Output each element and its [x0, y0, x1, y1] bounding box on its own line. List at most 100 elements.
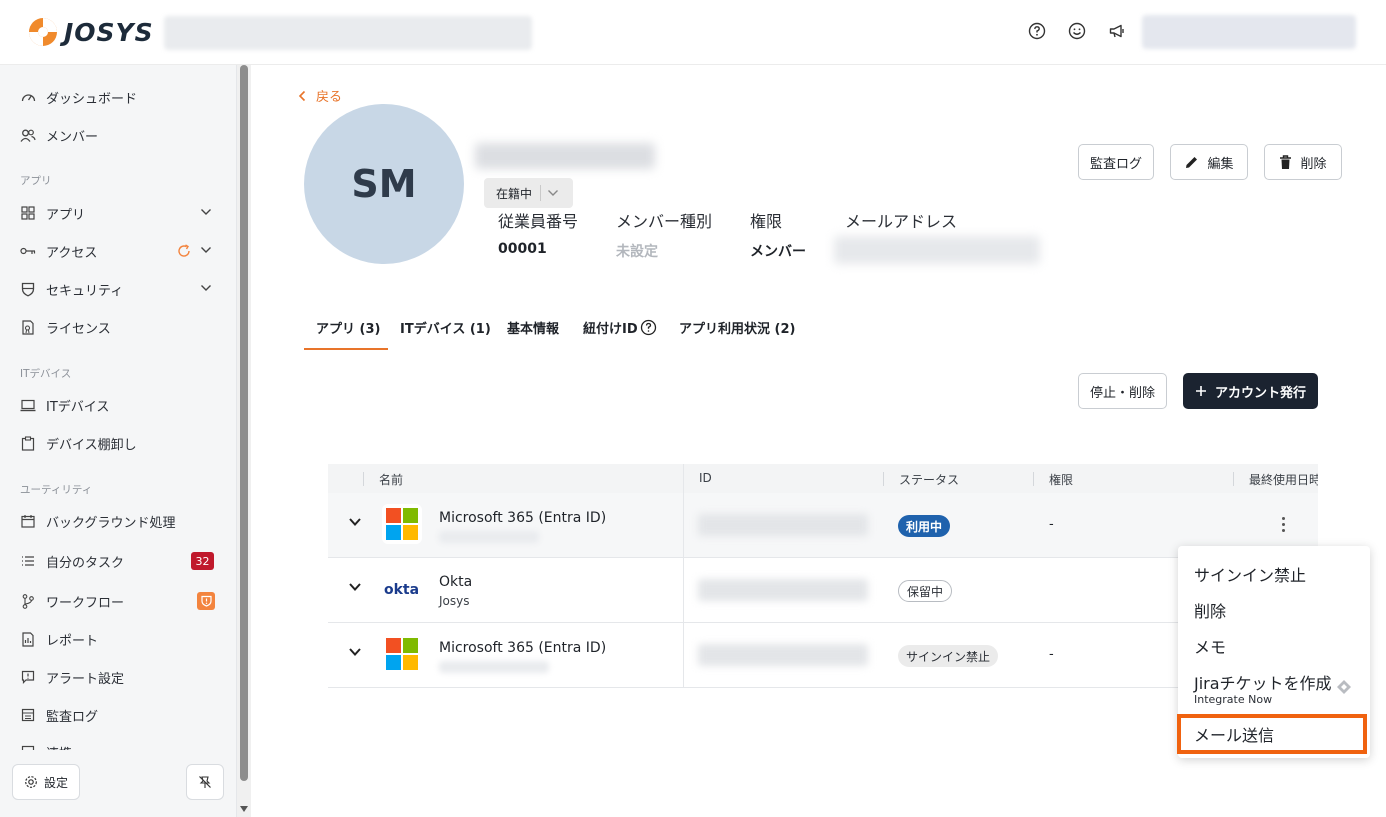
sidebar-item-reports[interactable]: レポート: [20, 629, 98, 649]
sidebar-item-license[interactable]: ライセンス: [20, 317, 111, 337]
audit-log-button[interactable]: 監査ログ: [1078, 144, 1154, 180]
sidebar-item-workflow[interactable]: ワークフロー: [20, 591, 124, 611]
email-label: メールアドレス: [845, 212, 958, 231]
scroll-down-arrow-icon[interactable]: [239, 805, 249, 813]
active-tab-indicator: [304, 348, 388, 350]
tab-basic-info[interactable]: 基本情報: [507, 318, 559, 337]
report-icon: [20, 631, 36, 647]
scrollbar-thumb[interactable]: [240, 65, 248, 781]
suspend-delete-button[interactable]: 停止・削除: [1078, 373, 1167, 409]
sidebar-item-label: レポート: [46, 633, 99, 649]
settings-label: 設定: [43, 775, 68, 790]
edit-button[interactable]: 編集: [1170, 144, 1248, 180]
chevron-down-icon[interactable]: [348, 517, 362, 527]
brand-logo[interactable]: JOSYS: [28, 17, 154, 47]
menu-item-create-jira-ticket[interactable]: Jiraチケットを作成: [1194, 670, 1332, 694]
chevron-down-icon[interactable]: [200, 284, 212, 292]
sidebar-item-access[interactable]: アクセス: [20, 241, 97, 261]
employment-status-value: 在籍中: [496, 186, 533, 201]
chevron-down-icon[interactable]: [348, 582, 362, 592]
header-name[interactable]: 名前: [379, 471, 403, 488]
sidebar-item-security[interactable]: セキュリティ: [20, 279, 123, 299]
chevron-down-icon[interactable]: [200, 208, 212, 216]
menu-item-block-signin[interactable]: サインイン禁止: [1194, 562, 1306, 586]
section-utility-heading: ユーティリティ: [20, 484, 93, 496]
laptop-icon: [20, 397, 36, 413]
menu-item-delete[interactable]: 削除: [1194, 598, 1226, 622]
sidebar-item-apps[interactable]: アプリ: [20, 203, 85, 223]
tab-linked-ids[interactable]: 紐付けID: [583, 318, 657, 337]
shield-alert-icon: [200, 595, 212, 607]
header-role[interactable]: 権限: [1049, 471, 1073, 488]
sidebar-item-label: アラート設定: [46, 671, 125, 687]
sidebar-item-label: 監査ログ: [46, 709, 99, 725]
member-type-label: メンバー種別: [616, 212, 713, 231]
chevron-down-icon[interactable]: [348, 647, 362, 657]
user-menu[interactable]: [1142, 15, 1356, 49]
header-last-used[interactable]: 最終使用日時: [1249, 471, 1318, 488]
table-row[interactable]: Microsoft 365 (Entra ID) 利用中 -: [328, 493, 1318, 558]
smiley-icon[interactable]: [1066, 20, 1088, 42]
sidebar-item-label: ITデバイス: [46, 399, 110, 415]
sidebar-item-alert-settings[interactable]: アラート設定: [20, 667, 124, 687]
sidebar-item-my-tasks[interactable]: 自分のタスク: [20, 551, 124, 571]
sidebar-item-integration[interactable]: 連携: [20, 742, 72, 750]
settings-button[interactable]: 設定: [12, 764, 80, 800]
sidebar-item-members[interactable]: メンバー: [20, 125, 98, 145]
calendar-icon: [20, 513, 36, 529]
chevron-down-icon[interactable]: [200, 246, 212, 254]
back-link[interactable]: 戻る: [298, 86, 342, 105]
sidebar-scrollbar[interactable]: [237, 65, 251, 817]
sidebar-item-label: ライセンス: [46, 321, 111, 337]
megaphone-icon[interactable]: [1106, 20, 1128, 42]
app-sub-blurred: [439, 661, 549, 673]
menu-item-memo[interactable]: メモ: [1194, 634, 1226, 658]
sidebar-item-label: デバイス棚卸し: [46, 437, 137, 453]
search-bar[interactable]: [164, 16, 532, 50]
role-value: -: [1049, 517, 1054, 532]
sidebar-item-audit-log[interactable]: 監査ログ: [20, 705, 98, 725]
sidebar-item-background-jobs[interactable]: バックグラウンド処理: [20, 511, 175, 531]
section-devices-heading: ITデバイス: [20, 368, 72, 380]
header-status[interactable]: ステータス: [899, 471, 959, 488]
issue-account-button[interactable]: アカウント発行: [1183, 373, 1318, 409]
employment-status-select[interactable]: 在籍中: [484, 178, 573, 208]
row-actions-button[interactable]: [1268, 509, 1298, 539]
sidebar-item-dashboard[interactable]: ダッシュボード: [20, 87, 137, 107]
brand-name: JOSYS: [64, 17, 154, 47]
unpin-sidebar-button[interactable]: [186, 764, 224, 800]
app-sub-blurred: [439, 531, 539, 543]
table-row[interactable]: okta Okta Josys 保留中: [328, 558, 1318, 623]
header-id[interactable]: ID: [699, 471, 712, 485]
shield-icon: [20, 281, 36, 297]
back-label: 戻る: [316, 90, 343, 105]
workflow-alert-badge: [197, 592, 215, 610]
delete-button[interactable]: 削除: [1264, 144, 1342, 180]
chevron-left-icon: [298, 90, 306, 101]
sidebar-item-label: ワークフロー: [46, 595, 125, 611]
app-name[interactable]: Okta: [439, 574, 472, 590]
status-badge: 利用中: [898, 515, 951, 537]
app-name[interactable]: Microsoft 365 (Entra ID): [439, 640, 606, 656]
sidebar-item-device-inventory[interactable]: デバイス棚卸し: [20, 433, 137, 453]
sidebar-item-label: メンバー: [46, 129, 99, 145]
plus-icon: [1195, 386, 1206, 396]
license-icon: [20, 319, 36, 335]
employee-number-value: 00001: [498, 241, 547, 257]
section-apps-heading: アプリ: [20, 175, 52, 187]
tab-apps[interactable]: アプリ (3): [316, 318, 380, 337]
alert-icon: [20, 669, 36, 685]
tab-app-usage[interactable]: アプリ利用状況 (2): [679, 318, 795, 337]
tab-it-devices[interactable]: ITデバイス (1): [400, 318, 491, 337]
help-icon[interactable]: [1026, 20, 1048, 42]
table-row[interactable]: Microsoft 365 (Entra ID) サインイン禁止 -: [328, 623, 1318, 688]
workflow-icon: [20, 593, 36, 609]
gear-icon: [25, 776, 37, 788]
sidebar-item-it-devices[interactable]: ITデバイス: [20, 395, 109, 415]
help-icon[interactable]: [640, 319, 657, 336]
gauge-icon: [20, 89, 36, 105]
role-value: メンバー: [750, 244, 806, 260]
account-id-blurred: [698, 644, 868, 666]
status-badge: 保留中: [898, 580, 953, 602]
app-name[interactable]: Microsoft 365 (Entra ID): [439, 510, 606, 526]
